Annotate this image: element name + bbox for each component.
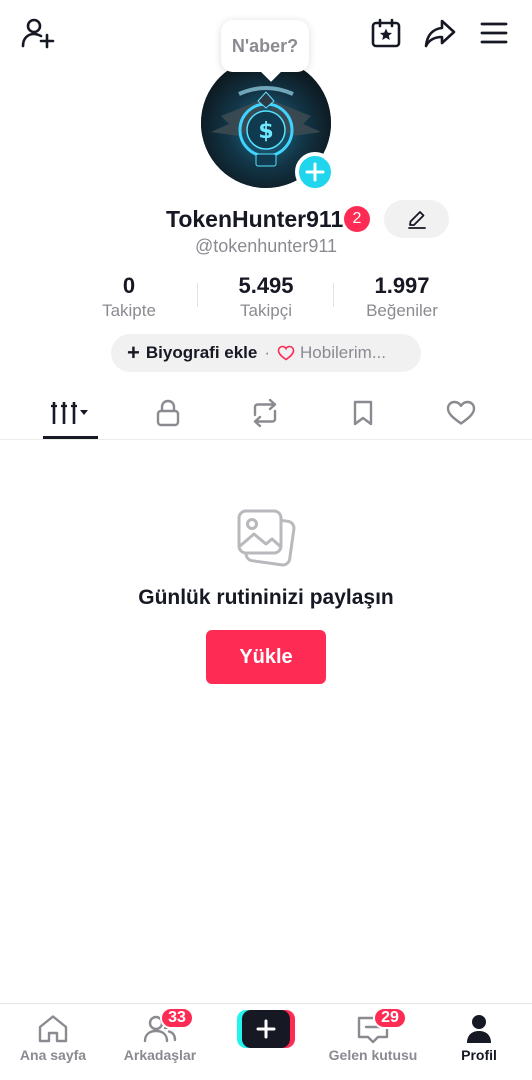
- tab-private[interactable]: [133, 388, 203, 438]
- followers-count: 5.495: [238, 273, 294, 298]
- menu-button[interactable]: [477, 18, 511, 48]
- plus-icon: +: [127, 340, 140, 365]
- active-tab-indicator: [43, 436, 98, 439]
- hobbies-label[interactable]: Hobilerim...: [300, 343, 386, 363]
- tab-reposts[interactable]: [230, 388, 300, 438]
- following-count: 0: [122, 273, 136, 298]
- following-label: Takipte: [102, 301, 156, 320]
- followers-label: Takipçi: [240, 301, 292, 320]
- empty-state-title: Günlük rutininizi paylaşın: [138, 586, 394, 609]
- notification-badge[interactable]: 2: [344, 206, 370, 232]
- username: @tokenhunter911: [194, 236, 338, 256]
- tab-liked[interactable]: [426, 388, 496, 438]
- profile-icon: [467, 1015, 491, 1043]
- add-friend-button[interactable]: [18, 16, 58, 50]
- tab-videos[interactable]: [35, 388, 105, 438]
- followers-stat[interactable]: 5.495 Takipçi: [196, 273, 336, 321]
- tab-saved[interactable]: [328, 388, 398, 438]
- add-bio-label[interactable]: Biyografi ekle: [146, 343, 258, 363]
- likes-count: 1.997: [374, 273, 430, 298]
- edit-profile-button[interactable]: [384, 200, 449, 238]
- nav-home-label: Ana sayfa: [19, 1047, 87, 1063]
- heart-outline-icon: [277, 345, 295, 361]
- grid-videos-icon: [51, 402, 88, 424]
- nav-friends-label: Arkadaşlar: [123, 1047, 197, 1063]
- nav-profile-label: Profil: [461, 1047, 497, 1063]
- bio-separator: ·: [264, 343, 271, 362]
- nav-home[interactable]: Ana sayfa: [0, 1004, 106, 1080]
- person-add-icon: [21, 18, 55, 49]
- profile-stats: 0 Takipte 5.495 Takipçi 1.997 Beğeniler: [0, 273, 532, 323]
- display-name: TokenHunter911: [166, 206, 344, 232]
- likes-stat[interactable]: 1.997 Beğeniler: [332, 273, 472, 321]
- share-button[interactable]: [421, 16, 459, 50]
- nav-inbox-label: Gelen kutusu: [328, 1047, 418, 1063]
- inbox-badge: 29: [373, 1007, 407, 1029]
- status-bubble[interactable]: N'aber?: [221, 20, 309, 72]
- pencil-icon: [407, 211, 426, 229]
- friends-badge: 33: [160, 1007, 194, 1029]
- hamburger-menu-icon: [480, 22, 508, 44]
- stats-divider: [333, 283, 334, 307]
- stats-divider: [197, 283, 198, 307]
- bio-pill[interactable]: + Biyografi ekle · Hobilerim...: [111, 334, 421, 372]
- home-icon: [38, 1015, 68, 1043]
- likes-label: Beğeniler: [366, 301, 438, 320]
- upload-button[interactable]: Yükle: [206, 630, 326, 684]
- calendar-star-icon: [371, 18, 401, 48]
- repost-icon: [253, 399, 277, 427]
- bookmark-icon: [353, 400, 373, 426]
- photos-icon: [236, 507, 296, 567]
- plus-icon: [256, 1019, 276, 1039]
- plus-icon: [305, 162, 325, 182]
- lock-icon: [156, 399, 180, 427]
- add-avatar-button[interactable]: [295, 152, 335, 192]
- heart-icon: [446, 400, 476, 425]
- content-tabs: [0, 388, 532, 440]
- svg-text:$: $: [258, 119, 273, 144]
- create-button-core: [242, 1010, 290, 1048]
- following-stat[interactable]: 0 Takipte: [59, 273, 199, 321]
- calendar-button[interactable]: [368, 16, 404, 50]
- create-button[interactable]: [237, 1010, 295, 1048]
- nav-profile[interactable]: Profil: [426, 1004, 532, 1080]
- share-arrow-icon: [424, 19, 456, 48]
